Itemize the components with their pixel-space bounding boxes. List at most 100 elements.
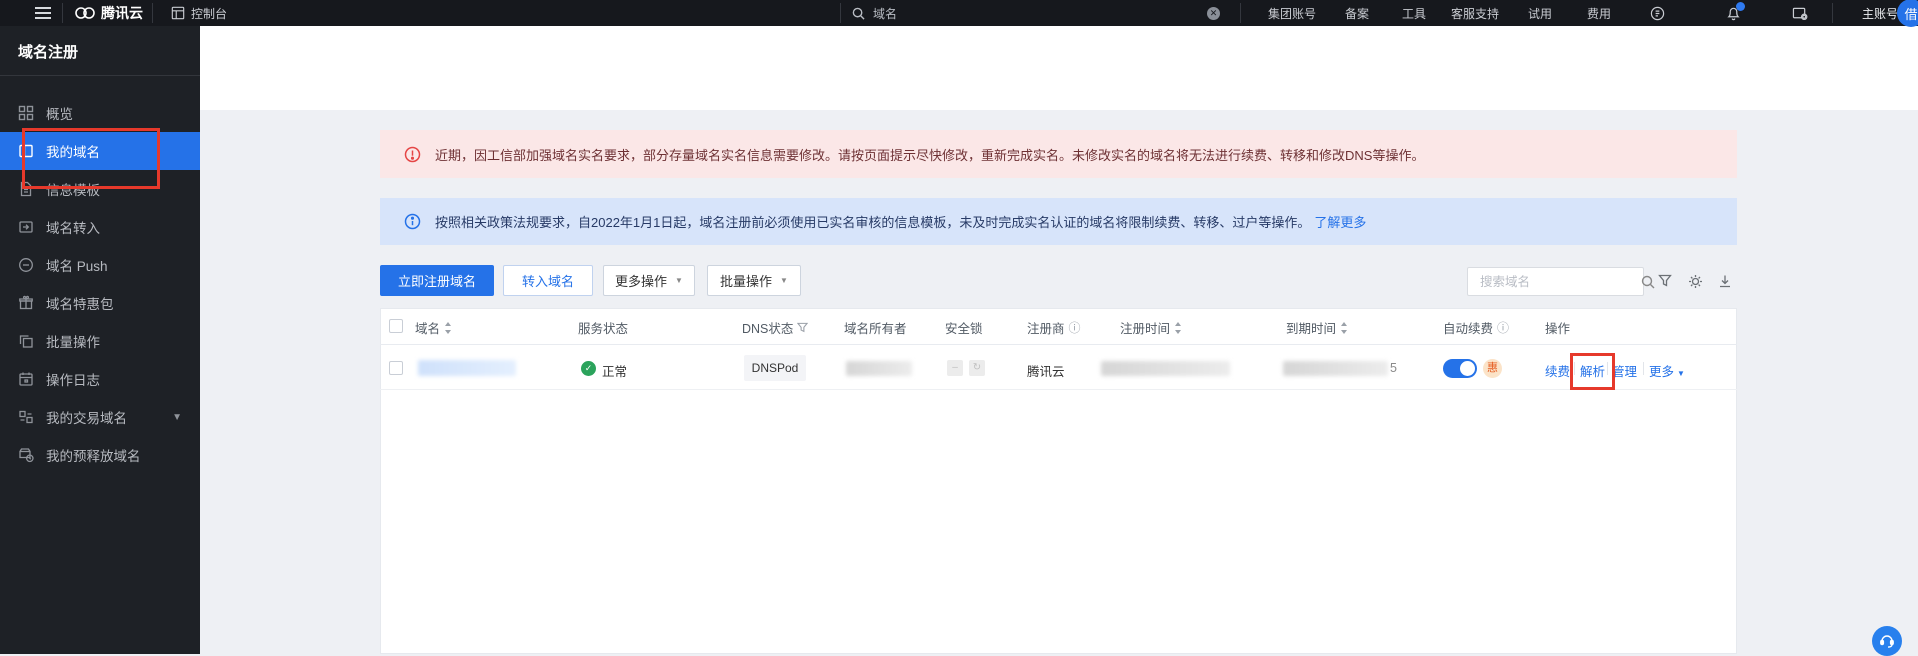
register-time-redacted xyxy=(1101,361,1230,376)
filter-funnel-icon[interactable] xyxy=(1658,274,1672,288)
lock-refresh-icon[interactable]: ↻ xyxy=(969,360,985,376)
sort-icon[interactable] xyxy=(1174,322,1182,334)
console-nav[interactable]: 控制台 xyxy=(171,0,227,26)
document-icon xyxy=(18,181,34,197)
nav-support[interactable]: 客服支持 xyxy=(1451,0,1499,26)
alert-info-banner: 按照相关政策法规要求，自2022年1月1日起，域名注册前必须使用已实名审核的信息… xyxy=(380,198,1737,245)
box-clock-icon xyxy=(18,447,34,463)
notification-badge xyxy=(1736,2,1745,11)
trade-icon xyxy=(18,409,34,425)
promo-badge[interactable]: 惠 xyxy=(1483,359,1502,378)
toggle-knob xyxy=(1460,361,1475,376)
search-query: 域名 xyxy=(873,5,897,22)
batch-operations-dropdown[interactable]: 批量操作▼ xyxy=(707,265,801,296)
select-all-checkbox[interactable] xyxy=(389,319,403,333)
domain-search-input[interactable] xyxy=(1480,275,1641,289)
info-circle-icon[interactable]: ⓘ xyxy=(1069,319,1081,336)
notification-bell-icon[interactable] xyxy=(1726,0,1741,26)
info-circle-icon[interactable]: ⓘ xyxy=(1497,319,1509,336)
search-icon[interactable] xyxy=(1641,275,1655,289)
transfer-domain-button[interactable]: 转入域名 xyxy=(503,265,593,296)
grid-icon xyxy=(18,105,34,121)
sidebar-item-batch-operations[interactable]: 批量操作 xyxy=(0,322,200,360)
nav-billing[interactable]: 费用 xyxy=(1587,0,1611,26)
divider xyxy=(152,3,153,23)
more-operations-dropdown[interactable]: 更多操作▼ xyxy=(603,265,695,296)
alert-error-banner: 近期，因工信部加强域名实名要求，部分存量域名实名信息需要修改。请按页面提示尽快修… xyxy=(380,130,1737,178)
filter-funnel-icon[interactable] xyxy=(797,322,808,333)
transfer-in-icon xyxy=(18,219,34,235)
settings-gear-icon[interactable] xyxy=(1688,274,1703,289)
alert-info-text: 按照相关政策法规要求，自2022年1月1日起，域名注册前必须使用已实名审核的信息… xyxy=(435,212,1310,231)
col-registrar: 注册商ⓘ xyxy=(1027,318,1081,337)
registrar-value: 腾讯云 xyxy=(1027,361,1065,380)
domain-name-redacted[interactable] xyxy=(418,360,516,376)
search-clear-icon[interactable]: ✕ xyxy=(1207,0,1220,26)
nav-trial[interactable]: 试用 xyxy=(1528,0,1552,26)
col-expire-time[interactable]: 到期时间 xyxy=(1286,318,1348,337)
expire-time-tail: 5 xyxy=(1390,361,1397,375)
chevron-down-icon: ▼ xyxy=(1677,369,1685,378)
col-auto-renew: 自动续费ⓘ xyxy=(1443,318,1509,337)
divider xyxy=(1240,3,1241,23)
expire-time-redacted xyxy=(1283,361,1388,376)
sidebar-item-overview[interactable]: 概览 xyxy=(0,94,200,132)
sidebar-item-domain-transfer-in[interactable]: 域名转入 xyxy=(0,208,200,246)
action-renew[interactable]: 续费 xyxy=(1545,361,1570,380)
user-avatar[interactable]: 借 xyxy=(1897,0,1918,27)
sort-icon[interactable] xyxy=(1340,322,1348,334)
divider xyxy=(62,3,63,23)
nav-group-account[interactable]: 集团账号 xyxy=(1268,0,1316,26)
hamburger-menu-icon[interactable] xyxy=(34,0,52,26)
register-domain-button[interactable]: 立即注册域名 xyxy=(380,265,494,296)
error-icon xyxy=(404,146,421,163)
customer-service-bubble[interactable] xyxy=(1872,626,1902,656)
chevron-down-icon: ▼ xyxy=(172,412,182,423)
download-icon[interactable] xyxy=(1718,274,1732,288)
learn-more-link[interactable]: 了解更多 xyxy=(1314,212,1366,231)
auto-renew-toggle[interactable] xyxy=(1443,359,1477,378)
sidebar-item-my-prerelease-domains[interactable]: 我的预释放域名 xyxy=(0,436,200,474)
divider xyxy=(1832,3,1833,23)
sidebar-item-domain-push[interactable]: 域名 Push xyxy=(0,246,200,284)
calendar-icon xyxy=(18,371,34,387)
dns-status-chip: DNSPod xyxy=(744,355,806,381)
gift-icon xyxy=(18,295,34,311)
divider xyxy=(1607,362,1608,375)
sidebar-title: 域名注册 xyxy=(18,41,78,62)
action-manage[interactable]: 管理 xyxy=(1612,361,1637,380)
search-icon xyxy=(852,7,865,20)
action-resolve[interactable]: 解析 xyxy=(1580,361,1605,380)
nav-beian[interactable]: 备案 xyxy=(1345,0,1369,26)
sort-icon[interactable] xyxy=(444,322,452,334)
chevron-down-icon: ▼ xyxy=(780,276,788,285)
chevron-down-icon: ▼ xyxy=(675,276,683,285)
sidebar-item-domain-deal-package[interactable]: 域名特惠包 xyxy=(0,284,200,322)
col-domain[interactable]: 域名 xyxy=(415,318,452,337)
nav-tools[interactable]: 工具 xyxy=(1402,0,1426,26)
console-label: 控制台 xyxy=(191,5,227,22)
col-actions: 操作 xyxy=(1545,318,1570,337)
divider xyxy=(1643,362,1644,375)
account-type[interactable]: 主账号 xyxy=(1862,0,1898,26)
col-owner: 域名所有者 xyxy=(844,318,907,337)
global-search[interactable]: 域名 xyxy=(852,0,897,26)
domain-search-box[interactable] xyxy=(1467,267,1644,296)
ticket-circle-icon[interactable] xyxy=(1650,0,1665,26)
service-status-value: 正常 xyxy=(602,361,627,380)
console-settings-icon[interactable] xyxy=(1792,0,1808,26)
brand-name: 腾讯云 xyxy=(101,3,143,23)
row-checkbox[interactable] xyxy=(389,361,403,375)
window-icon xyxy=(18,143,34,159)
col-service-status: 服务状态 xyxy=(578,318,628,337)
sidebar-item-info-templates[interactable]: 信息模板 xyxy=(0,170,200,208)
sidebar-item-my-domains[interactable]: 我的域名 xyxy=(0,132,200,170)
sidebar-item-my-trade-domains[interactable]: 我的交易域名 ▼ xyxy=(0,398,200,436)
tencent-cloud-logo[interactable]: 腾讯云 xyxy=(74,0,143,26)
action-more-dropdown[interactable]: 更多▼ xyxy=(1649,361,1685,380)
col-dns-status[interactable]: DNS状态 xyxy=(742,318,808,337)
lock-disabled-icon[interactable]: – xyxy=(947,360,963,376)
col-register-time[interactable]: 注册时间 xyxy=(1120,318,1182,337)
sidebar-item-operation-logs[interactable]: 操作日志 xyxy=(0,360,200,398)
status-ok-icon: ✓ xyxy=(581,361,596,376)
